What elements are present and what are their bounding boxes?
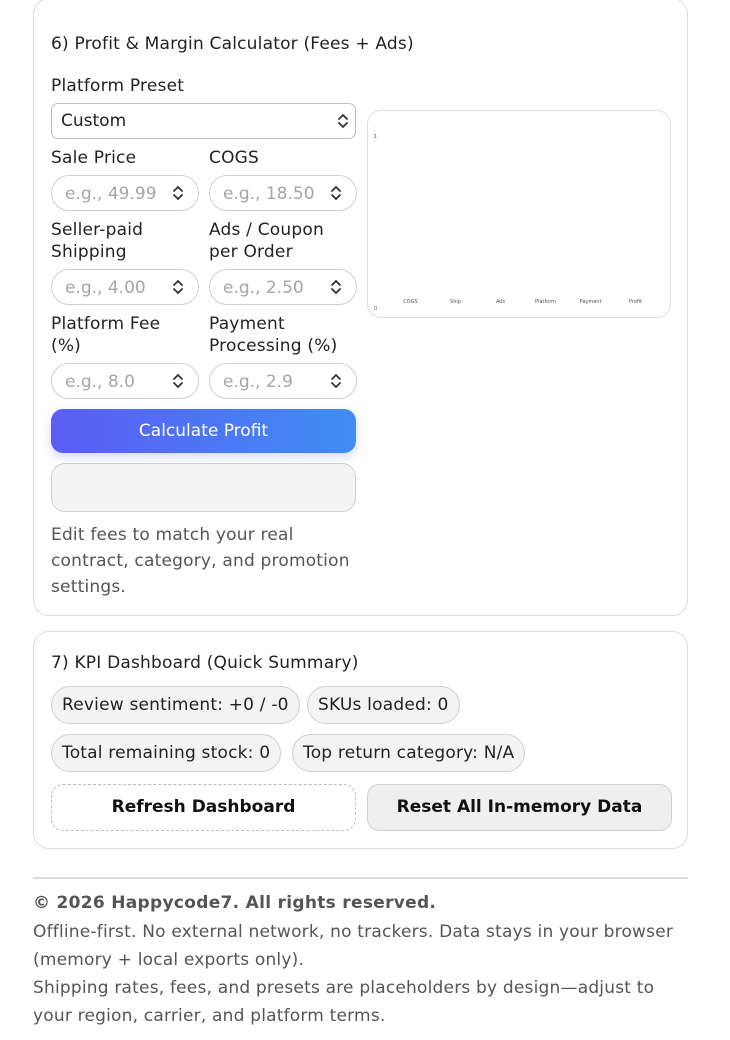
ads-input[interactable]: e.g., 2.50: [209, 269, 357, 305]
platform-preset-label: Platform Preset: [51, 76, 185, 96]
x-tick-label: Payment: [580, 299, 602, 305]
kpi-dashboard-title: 7) KPI Dashboard (Quick Summary): [51, 653, 359, 673]
x-tick-label: Ship: [450, 299, 461, 305]
reset-data-button[interactable]: Reset All In-memory Data: [367, 784, 672, 831]
payment-processing-input[interactable]: e.g., 2.9: [209, 363, 357, 399]
x-tick-label: Ads: [496, 299, 506, 305]
footer-placeholder-note: Shipping rates, fees, and presets are pl…: [33, 974, 713, 1030]
footer-offline-note: Offline-first. No external network, no t…: [33, 918, 713, 974]
platform-fee-placeholder: e.g., 8.0: [65, 372, 135, 392]
platform-preset-select[interactable]: Custom: [51, 103, 356, 139]
y-tick-label: 0: [374, 306, 377, 312]
y-tick-label: 1: [374, 134, 377, 140]
stepper-icon[interactable]: [330, 184, 342, 202]
platform-fee-label: Platform Fee (%): [51, 313, 160, 357]
stepper-icon[interactable]: [172, 372, 184, 390]
top-return-category-badge: Top return category: N/A: [292, 734, 526, 772]
stepper-icon[interactable]: [330, 278, 342, 296]
x-tick-label: COGS: [403, 299, 417, 305]
remaining-stock-badge: Total remaining stock: 0: [51, 734, 282, 772]
payment-processing-label: Payment Processing (%): [209, 313, 337, 357]
ads-label-line2: per Order: [209, 242, 293, 262]
ads-placeholder: e.g., 2.50: [223, 278, 304, 298]
platform-fee-label-line2: (%): [51, 336, 82, 356]
payment-placeholder: e.g., 2.9: [223, 372, 293, 392]
shipping-placeholder: e.g., 4.00: [65, 278, 146, 298]
payment-label-line2: Processing (%): [209, 336, 338, 356]
cogs-placeholder: e.g., 18.50: [223, 184, 315, 204]
footer-copyright: © 2026 Happycode7. All rights reserved.: [33, 893, 437, 913]
x-tick-label: Profit: [629, 299, 642, 305]
payment-label-line1: Payment: [209, 314, 285, 334]
shipping-label-line2: Shipping: [51, 242, 127, 262]
calculate-profit-button[interactable]: Calculate Profit: [51, 409, 356, 453]
ads-label: Ads / Coupon per Order: [209, 219, 324, 263]
footer-line1: Offline-first. No external network, no t…: [33, 922, 674, 942]
sale-price-placeholder: e.g., 49.99: [65, 184, 157, 204]
fees-note-line1: Edit fees to match your real: [51, 525, 294, 545]
footer-line3: Shipping rates, fees, and presets are pl…: [33, 978, 655, 998]
ads-label-line1: Ads / Coupon: [209, 220, 324, 240]
cogs-input[interactable]: e.g., 18.50: [209, 175, 357, 211]
profit-calculator-card: 6) Profit & Margin Calculator (Fees + Ad…: [33, 0, 688, 616]
chart-canvas: 0 1 COGS Ship Ads Platform Payment Profit: [374, 134, 642, 312]
cogs-label: COGS: [209, 148, 260, 168]
platform-fee-input[interactable]: e.g., 8.0: [51, 363, 199, 399]
footer-line4: your region, carrier, and platform terms…: [33, 1006, 386, 1026]
fees-note-line3: settings.: [51, 577, 126, 597]
shipping-label-line1: Seller-paid: [51, 220, 144, 240]
skus-loaded-badge: SKUs loaded: 0: [307, 686, 460, 724]
chevron-updown-icon: [338, 114, 348, 128]
stepper-icon[interactable]: [172, 278, 184, 296]
footer-line2: (memory + local exports only).: [33, 950, 305, 970]
sale-price-label: Sale Price: [51, 148, 137, 168]
review-sentiment-badge: Review sentiment: +0 / -0: [51, 686, 300, 724]
platform-fee-label-line1: Platform Fee: [51, 314, 161, 334]
stepper-icon[interactable]: [172, 184, 184, 202]
profit-result-box: [51, 463, 356, 512]
fees-note-line2: contract, category, and promotion: [51, 551, 350, 571]
x-tick-label: Platform: [535, 299, 556, 305]
refresh-dashboard-button[interactable]: Refresh Dashboard: [51, 784, 356, 831]
stepper-icon[interactable]: [330, 372, 342, 390]
fees-note: Edit fees to match your real contract, c…: [51, 522, 361, 600]
shipping-label: Seller-paid Shipping: [51, 219, 143, 263]
shipping-input[interactable]: e.g., 4.00: [51, 269, 199, 305]
footer-divider: [33, 877, 688, 879]
kpi-dashboard-card: 7) KPI Dashboard (Quick Summary) Review …: [33, 631, 688, 849]
profit-calculator-title: 6) Profit & Margin Calculator (Fees + Ad…: [51, 34, 414, 54]
platform-preset-value: Custom: [61, 111, 127, 131]
sale-price-input[interactable]: e.g., 49.99: [51, 175, 199, 211]
profit-breakdown-chart: 0 1 COGS Ship Ads Platform Payment Profit: [367, 110, 671, 318]
